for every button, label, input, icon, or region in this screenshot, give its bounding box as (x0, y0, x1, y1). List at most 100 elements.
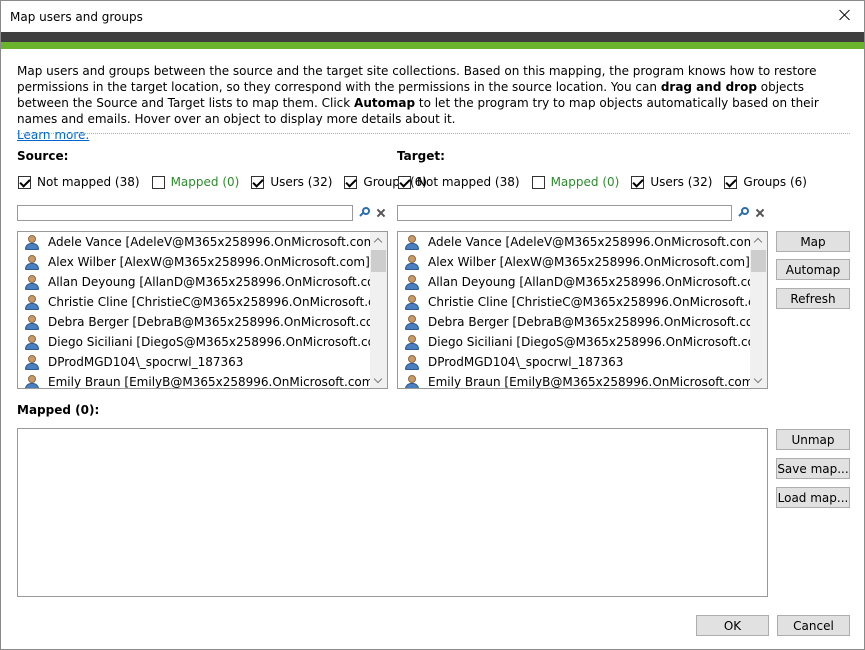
target-filters: Not mapped (38) Mapped (0) Users (32) Gr… (398, 174, 819, 190)
checkbox[interactable] (531, 175, 545, 189)
cancel-button[interactable]: Cancel (777, 615, 850, 636)
list-item-label: Diego Siciliani [DiegoS@M365x258996.OnMi… (428, 335, 768, 349)
checkbox[interactable] (344, 175, 358, 189)
list-item[interactable]: Debra Berger [DebraB@M365x258996.OnMicro… (18, 312, 387, 332)
list-item[interactable]: Emily Braun [EmilyB@M365x258996.OnMicros… (398, 372, 758, 388)
user-icon (24, 334, 40, 350)
scroll-up-icon[interactable] (754, 236, 762, 244)
target-list-scrollbar[interactable] (750, 232, 767, 388)
list-item-label: Alex Wilber [AlexW@M365x258996.OnMicroso… (48, 255, 370, 269)
list-item[interactable]: Christie Cline [ChristieC@M365x258996.On… (18, 292, 387, 312)
checkbox[interactable] (724, 175, 738, 189)
dialog-window: Map users and groups Map users and group… (0, 0, 865, 650)
dotted-divider (17, 133, 850, 134)
source-filter-users[interactable]: Users (32) (251, 175, 332, 189)
target-label: Target: (397, 149, 445, 163)
user-icon (404, 274, 420, 290)
target-filter-mapped[interactable]: Mapped (0) (531, 175, 619, 189)
source-search-input[interactable] (17, 205, 353, 221)
checkbox[interactable] (18, 175, 31, 189)
scroll-thumb[interactable] (371, 250, 386, 272)
source-label: Source: (17, 149, 69, 163)
user-icon (404, 254, 420, 270)
list-item-label: Emily Braun [EmilyB@M365x258996.OnMicros… (48, 375, 379, 389)
list-item[interactable]: Allan Deyoung [AllanD@M365x258996.OnMicr… (18, 272, 387, 292)
list-item[interactable]: Emily Braun [EmilyB@M365x258996.OnMicros… (18, 372, 378, 388)
list-item[interactable]: Diego Siciliani [DiegoS@M365x258996.OnMi… (398, 332, 767, 352)
scroll-down-icon[interactable] (374, 376, 382, 384)
learn-more-link[interactable]: Learn more. (17, 128, 89, 142)
list-item-label: Allan Deyoung [AllanD@M365x258996.OnMicr… (428, 275, 768, 289)
user-icon (404, 374, 420, 388)
list-item[interactable]: Debra Berger [DebraB@M365x258996.OnMicro… (398, 312, 767, 332)
mapped-list[interactable] (17, 428, 768, 597)
user-icon (24, 234, 40, 250)
list-item[interactable]: DProdMGD104\_spocrwl_187363 (18, 352, 370, 372)
user-icon (24, 314, 40, 330)
window-title: Map users and groups (10, 10, 143, 24)
ok-button[interactable]: OK (696, 615, 769, 636)
scroll-thumb[interactable] (751, 250, 766, 272)
user-icon (404, 314, 420, 330)
save-map-button[interactable]: Save map... (776, 458, 850, 479)
user-icon (404, 354, 420, 370)
list-item[interactable]: Allan Deyoung [AllanD@M365x258996.OnMicr… (398, 272, 767, 292)
list-item[interactable]: Christie Cline [ChristieC@M365x258996.On… (398, 292, 767, 312)
scroll-up-icon[interactable] (374, 236, 382, 244)
list-item-label: DProdMGD104\_spocrwl_187363 (48, 355, 244, 369)
list-item-label: Christie Cline [ChristieC@M365x258996.On… (48, 295, 388, 309)
list-item-label: Emily Braun [EmilyB@M365x258996.OnMicros… (428, 375, 759, 389)
user-icon (24, 354, 40, 370)
clear-icon[interactable] (376, 208, 386, 218)
list-item-label: Debra Berger [DebraB@M365x258996.OnMicro… (428, 315, 768, 329)
user-icon (24, 374, 40, 388)
target-search-input[interactable] (397, 205, 732, 221)
user-icon (404, 294, 420, 310)
list-item-label: Adele Vance [AdeleV@M365x258996.OnMicros… (48, 235, 380, 249)
description-text: Map users and groups between the source … (17, 64, 819, 142)
list-item-label: Alex Wilber [AlexW@M365x258996.OnMicroso… (428, 255, 750, 269)
close-icon[interactable] (834, 5, 856, 27)
map-button[interactable]: Map (776, 231, 850, 252)
user-icon (24, 274, 40, 290)
load-map-button[interactable]: Load map... (776, 487, 850, 508)
list-item[interactable]: Alex Wilber [AlexW@M365x258996.OnMicroso… (398, 252, 750, 272)
checkbox[interactable] (631, 175, 645, 189)
list-item-label: DProdMGD104\_spocrwl_187363 (428, 355, 624, 369)
mapped-label: Mapped (0): (17, 403, 100, 417)
header-dark-bar (1, 32, 864, 42)
list-item[interactable]: DProdMGD104\_spocrwl_187363 (398, 352, 750, 372)
scroll-down-icon[interactable] (754, 376, 762, 384)
target-filter-users[interactable]: Users (32) (631, 175, 712, 189)
source-list[interactable]: Adele Vance [AdeleV@M365x258996.OnMicros… (17, 231, 388, 389)
automap-button[interactable]: Automap (776, 259, 850, 280)
list-item[interactable]: Alex Wilber [AlexW@M365x258996.OnMicroso… (18, 252, 370, 272)
clear-icon[interactable] (755, 208, 765, 218)
unmap-button[interactable]: Unmap (776, 429, 850, 450)
list-item[interactable]: Diego Siciliani [DiegoS@M365x258996.OnMi… (18, 332, 387, 352)
source-filter-mapped[interactable]: Mapped (0) (151, 175, 239, 189)
list-item-label: Christie Cline [ChristieC@M365x258996.On… (428, 295, 768, 309)
checkbox[interactable] (251, 175, 265, 189)
source-filters: Not mapped (38) Mapped (0) Users (32) Gr… (18, 174, 439, 190)
list-item-label: Allan Deyoung [AllanD@M365x258996.OnMicr… (48, 275, 388, 289)
refresh-button[interactable]: Refresh (776, 288, 850, 309)
target-filter-not-mapped[interactable]: Not mapped (38) (398, 175, 520, 189)
search-icon[interactable] (359, 207, 372, 219)
list-item[interactable]: Adele Vance [AdeleV@M365x258996.OnMicros… (18, 232, 380, 252)
target-filter-groups[interactable]: Groups (6) (724, 175, 807, 189)
list-item[interactable]: Adele Vance [AdeleV@M365x258996.OnMicros… (398, 232, 760, 252)
user-icon (24, 294, 40, 310)
search-icon[interactable] (738, 207, 751, 219)
checkbox[interactable] (151, 175, 165, 189)
user-icon (404, 234, 420, 250)
list-item-label: Diego Siciliani [DiegoS@M365x258996.OnMi… (48, 335, 388, 349)
title-bar: Map users and groups (1, 1, 864, 32)
target-list[interactable]: Adele Vance [AdeleV@M365x258996.OnMicros… (397, 231, 768, 389)
source-filter-not-mapped[interactable]: Not mapped (38) (18, 175, 140, 189)
list-item-label: Debra Berger [DebraB@M365x258996.OnMicro… (48, 315, 388, 329)
user-icon (24, 254, 40, 270)
user-icon (404, 334, 420, 350)
source-list-scrollbar[interactable] (370, 232, 387, 388)
checkbox[interactable] (398, 175, 411, 189)
